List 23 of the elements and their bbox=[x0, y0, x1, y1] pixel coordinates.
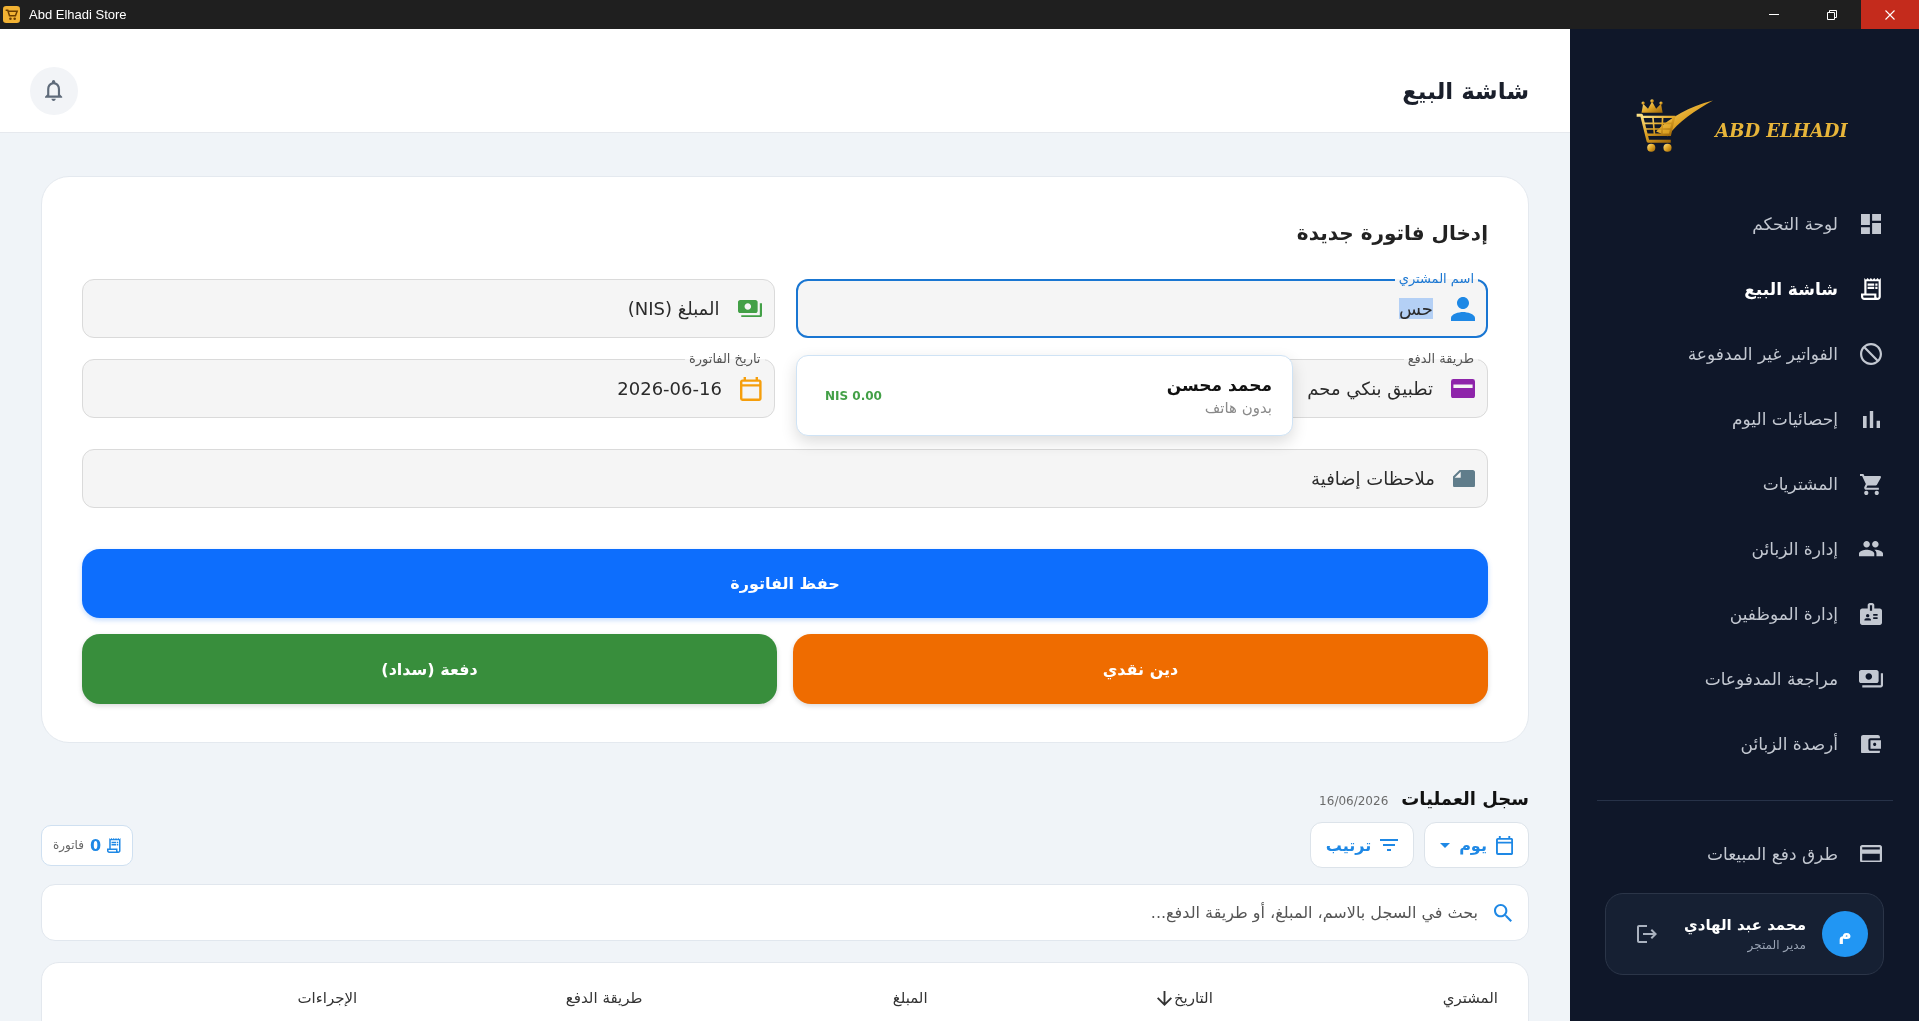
suggestion-balance: NIS 0.00 bbox=[825, 388, 882, 403]
log-date: 16/06/2026 bbox=[1319, 794, 1389, 808]
field-placeholder: ملاحظات إضافية bbox=[1311, 468, 1435, 489]
field-value: تطبيق بنكي محم bbox=[1307, 378, 1433, 399]
form-title: إدخال فاتورة جديدة bbox=[1295, 220, 1488, 246]
suggestion-phone: بدون هاتف bbox=[1203, 398, 1272, 417]
field-placeholder: المبلغ (NIS) bbox=[627, 298, 720, 319]
user-role: مدير المتجر bbox=[1746, 937, 1806, 952]
field-value: حس bbox=[1398, 298, 1433, 319]
page-title: شاشة البيع bbox=[1402, 77, 1529, 104]
field-label: تاريخ الفاتورة bbox=[684, 351, 765, 367]
log-title: سجل العمليات bbox=[1401, 787, 1529, 811]
count-value: 0 bbox=[90, 835, 102, 855]
user-avatar: م bbox=[1822, 910, 1868, 957]
window-title: Abd Elhadi Store bbox=[29, 7, 127, 22]
search-placeholder: بحث في السجل بالاسم، المبلغ، أو طريقة الدفع... bbox=[1150, 903, 1478, 922]
field-label: طريقة الدفع bbox=[1403, 351, 1478, 367]
suggestion-name: محمد محسن bbox=[1166, 374, 1272, 395]
count-label: فاتورة bbox=[53, 838, 84, 852]
logo-text: ABD ELHADI bbox=[1715, 119, 1848, 141]
field-value: 2026-06-16 bbox=[617, 378, 722, 399]
user-name: محمد عبد الهادي bbox=[1683, 915, 1806, 934]
field-label: اسم المشتري bbox=[1394, 271, 1478, 287]
